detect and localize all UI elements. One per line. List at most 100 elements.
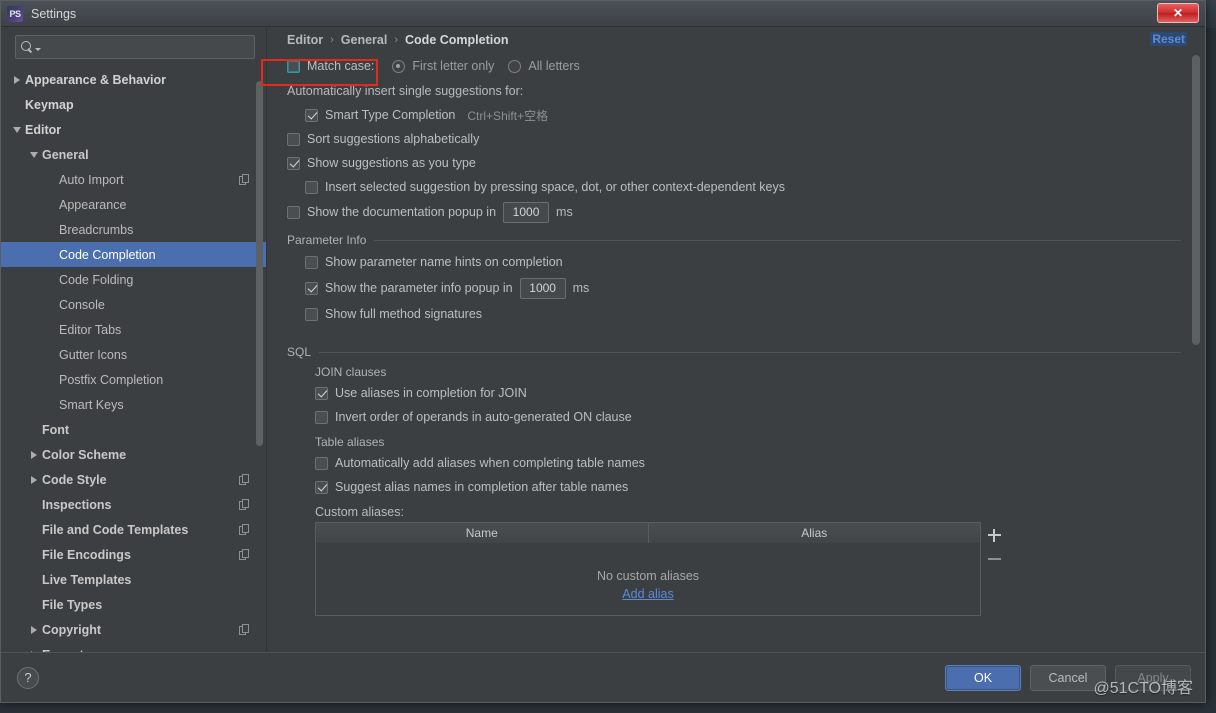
sql-group-header: SQL [287, 345, 1183, 359]
remove-alias-button[interactable] [985, 550, 1003, 568]
sidebar-item-label: Appearance [59, 197, 127, 212]
add-alias-button[interactable] [985, 526, 1003, 544]
show-documentation-popup-checkbox[interactable] [287, 205, 300, 219]
sidebar-item-code-style[interactable]: Code Style [1, 467, 266, 492]
sidebar-item-file-encodings[interactable]: File Encodings [1, 542, 266, 567]
copy-settings-icon [239, 498, 250, 511]
content-scrollbar[interactable] [1191, 53, 1201, 652]
screen: Navigate Code Refactor Run Tools PS Sett… [0, 0, 1216, 713]
sidebar-item-keymap[interactable]: Keymap [1, 92, 266, 117]
sidebar-item-code-folding[interactable]: Code Folding [1, 267, 266, 292]
phpstorm-icon: PS [7, 5, 23, 22]
search-input[interactable] [41, 39, 249, 55]
sidebar-scrollbar-thumb[interactable] [256, 81, 263, 446]
sidebar-item-general[interactable]: General [1, 142, 266, 167]
sort-alphabetically-row: Sort suggestions alphabetically [287, 127, 1183, 151]
sidebar-item-font[interactable]: Font [1, 417, 266, 442]
sidebar-item-appearance-behavior[interactable]: Appearance & Behavior [1, 67, 266, 92]
sidebar-item-label: Copyright [42, 622, 102, 637]
sidebar-item-code-completion[interactable]: Code Completion [1, 242, 266, 267]
breadcrumb-item-editor[interactable]: Editor [287, 33, 323, 47]
sql-group-title: SQL [287, 345, 312, 359]
reset-link[interactable]: Reset [1150, 32, 1187, 46]
sidebar-item-label: Color Scheme [42, 447, 127, 462]
suggest-alias-names-checkbox[interactable] [315, 480, 328, 494]
show-full-method-signatures-checkbox[interactable] [305, 307, 318, 321]
tree-expander[interactable] [26, 625, 42, 634]
sidebar-item-appearance[interactable]: Appearance [1, 192, 266, 217]
sidebar-item-emmet[interactable]: Emmet [1, 642, 266, 652]
sort-suggestions-alphabetically-label: Sort suggestions alphabetically [307, 132, 480, 146]
sidebar-item-file-and-code-templates[interactable]: File and Code Templates [1, 517, 266, 542]
chevron-down-icon [13, 126, 21, 133]
tree-expander[interactable] [26, 475, 42, 484]
copy-settings-icon [239, 523, 250, 536]
sidebar-item-postfix-completion[interactable]: Postfix Completion [1, 367, 266, 392]
show-parameter-name-hints-label: Show parameter name hints on completion [325, 255, 563, 269]
tree-collapser[interactable] [26, 151, 42, 158]
invert-order-of-operands-checkbox[interactable] [315, 410, 328, 424]
sidebar-item-color-scheme[interactable]: Color Scheme [1, 442, 266, 467]
breadcrumb-item-general[interactable]: General [341, 33, 388, 47]
sort-suggestions-alphabetically-checkbox[interactable] [287, 132, 300, 146]
sidebar-item-live-templates[interactable]: Live Templates [1, 567, 266, 592]
sidebar-item-label: Live Templates [42, 572, 132, 587]
match-case-row: Match case: First letter only All letter… [287, 53, 1183, 79]
sidebar-item-label: File and Code Templates [42, 522, 189, 537]
sidebar-scrollbar[interactable] [255, 63, 264, 652]
copy-settings-icon [239, 623, 250, 636]
sidebar-item-copyright[interactable]: Copyright [1, 617, 266, 642]
chevron-right-icon [31, 450, 37, 459]
first-letter-only-radio[interactable] [392, 59, 406, 73]
show-suggestions-as-you-type-checkbox[interactable] [287, 156, 300, 170]
documentation-popup-row: Show the documentation popup in ms [287, 199, 1183, 225]
add-alias-link[interactable]: Add alias [622, 587, 673, 601]
sidebar-item-inspections[interactable]: Inspections [1, 492, 266, 517]
all-letters-radio[interactable] [508, 59, 522, 73]
apply-button[interactable]: Apply [1115, 664, 1191, 691]
sidebar-item-file-types[interactable]: File Types [1, 592, 266, 617]
use-aliases-for-join-checkbox[interactable] [315, 386, 328, 400]
show-parameter-info-popup-checkbox[interactable] [305, 281, 318, 295]
dialog-titlebar: PS Settings ✕ [1, 1, 1205, 27]
parameter-info-popup-delay-input[interactable] [519, 277, 566, 299]
show-full-method-signatures-label: Show full method signatures [325, 307, 483, 321]
search-box[interactable] [15, 35, 255, 59]
show-documentation-popup-label: Show the documentation popup in [307, 205, 497, 219]
first-letter-only-label: First letter only [412, 59, 495, 73]
sidebar-item-gutter-icons[interactable]: Gutter Icons [1, 342, 266, 367]
ok-button[interactable]: OK [945, 664, 1021, 691]
auto-add-aliases-checkbox[interactable] [315, 456, 328, 470]
cancel-button[interactable]: Cancel [1030, 664, 1106, 691]
parameter-info-group-header: Parameter Info [287, 233, 1183, 247]
documentation-popup-delay-input[interactable] [503, 201, 550, 223]
settings-sidebar: Appearance & Behavior Keymap Editor General… [1, 27, 267, 652]
smart-type-completion-checkbox[interactable] [305, 108, 318, 122]
sql-group-divider [319, 351, 1181, 353]
tree-expander[interactable] [9, 75, 25, 84]
tree-collapser[interactable] [9, 126, 25, 133]
match-case-checkbox[interactable] [287, 59, 300, 73]
column-header-alias[interactable]: Alias [649, 523, 981, 543]
insert-selected-suggestion-checkbox[interactable] [305, 180, 318, 194]
copy-settings-icon [239, 473, 250, 486]
sidebar-item-editor-tabs[interactable]: Editor Tabs [1, 317, 266, 342]
show-parameter-name-hints-checkbox[interactable] [305, 255, 318, 269]
sidebar-item-label: Gutter Icons [59, 347, 128, 362]
column-header-name[interactable]: Name [316, 523, 649, 543]
table-aliases-subheading: Table aliases [315, 435, 385, 449]
match-case-label: Match case: [307, 59, 375, 73]
sidebar-item-console[interactable]: Console [1, 292, 266, 317]
help-button[interactable]: ? [17, 666, 39, 689]
sidebar-item-breadcrumbs[interactable]: Breadcrumbs [1, 217, 266, 242]
auto-add-aliases-row: Automatically add aliases when completin… [315, 451, 1183, 475]
sidebar-item-smart-keys[interactable]: Smart Keys [1, 392, 266, 417]
close-window-button[interactable]: ✕ [1157, 3, 1199, 23]
tree-expander[interactable] [26, 450, 42, 459]
sidebar-item-editor[interactable]: Editor [1, 117, 266, 142]
breadcrumb-item-code-completion: Code Completion [405, 33, 509, 47]
sidebar-item-auto-import[interactable]: Auto Import [1, 167, 266, 192]
content-scrollbar-thumb[interactable] [1192, 55, 1200, 345]
sidebar-item-label: Breadcrumbs [59, 222, 134, 237]
smart-type-completion-row: Smart Type Completion Ctrl+Shift+空格 [305, 103, 1183, 127]
